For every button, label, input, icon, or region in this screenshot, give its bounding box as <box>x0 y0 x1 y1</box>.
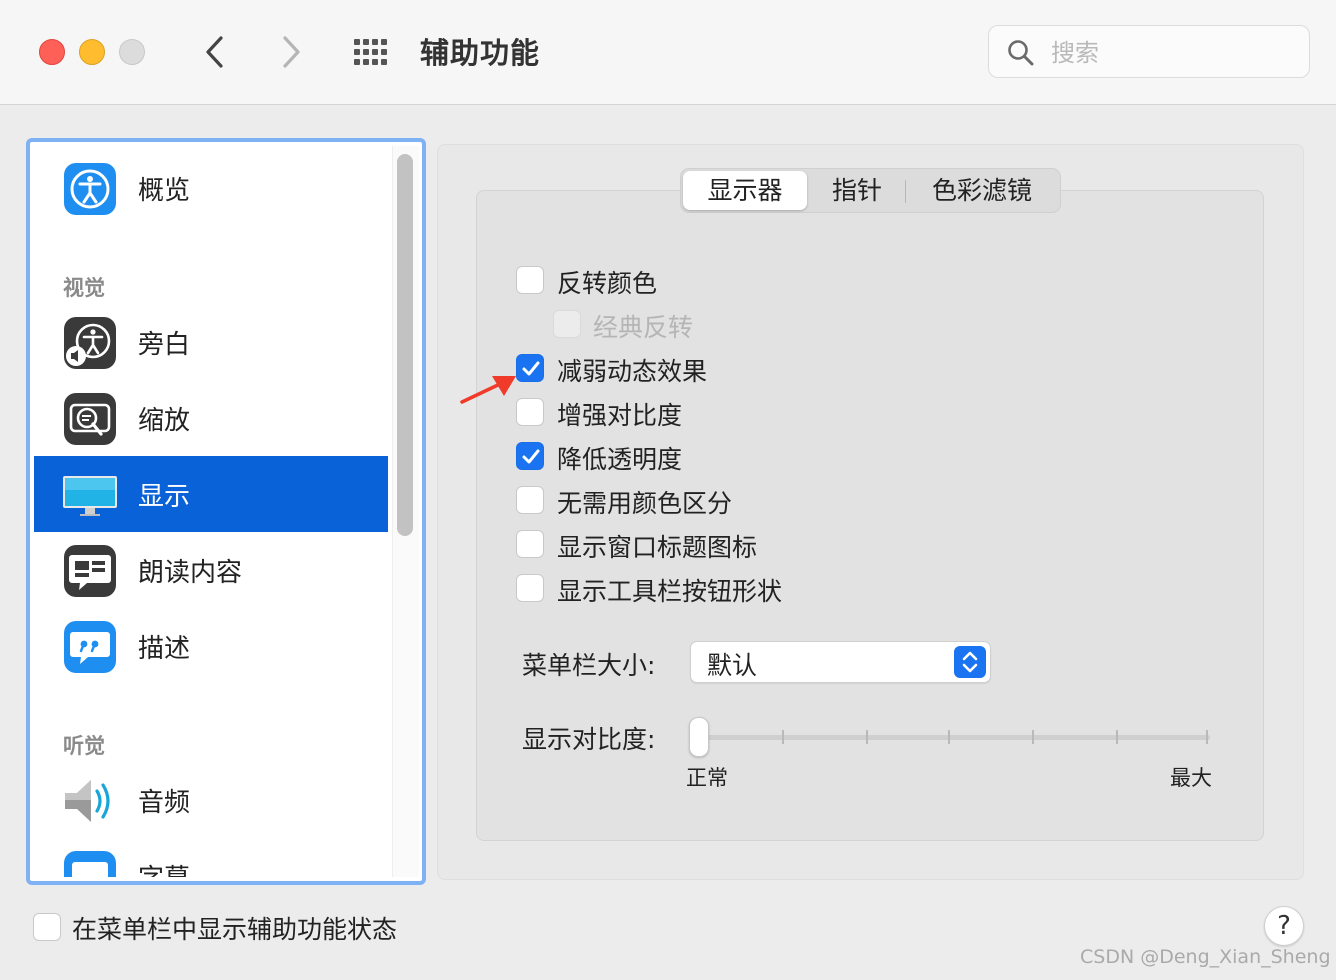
tab-bar: 显示器 指针 色彩滤镜 <box>680 168 1061 213</box>
differentiate-without-color-label: 无需用颜色区分 <box>557 489 733 518</box>
sidebar-item-label: 缩放 <box>138 406 191 436</box>
sidebar-section-vision: 视觉 <box>63 276 105 300</box>
zoom-icon <box>64 393 116 445</box>
contrast-min-label: 正常 <box>686 766 728 790</box>
contrast-slider-track[interactable] <box>700 735 1210 740</box>
sidebar-item-label: 旁白 <box>138 330 191 360</box>
reduce-transparency-checkbox[interactable] <box>516 442 544 470</box>
grid-icon <box>354 39 387 65</box>
reduce-motion-checkbox[interactable] <box>516 354 544 382</box>
checkmark-icon <box>522 449 540 464</box>
help-button[interactable]: ? <box>1264 906 1304 946</box>
captions-icon <box>64 851 116 877</box>
window-title: 辅助功能 <box>420 36 541 70</box>
slider-tick <box>1206 730 1208 744</box>
spoken-content-icon <box>64 545 116 597</box>
search-icon <box>1008 40 1034 66</box>
close-window-button[interactable] <box>39 39 65 65</box>
minimize-window-button[interactable] <box>79 39 105 65</box>
sidebar-item-label: 音频 <box>138 788 191 818</box>
show-accessibility-status-label: 在菜单栏中显示辅助功能状态 <box>72 915 398 944</box>
show-toolbar-button-shapes-checkbox[interactable] <box>516 574 544 602</box>
sidebar-item-zoom[interactable]: 缩放 <box>34 380 388 456</box>
increase-contrast-checkbox[interactable] <box>516 398 544 426</box>
invert-colors-checkbox[interactable] <box>516 266 544 294</box>
invert-colors-label: 反转颜色 <box>557 269 658 298</box>
sidebar-section-hearing: 听觉 <box>63 734 105 758</box>
display-contrast-label: 显示对比度: <box>522 725 656 754</box>
classic-invert-label: 经典反转 <box>593 313 694 342</box>
sidebar-item-captions[interactable]: 字幕 <box>34 838 388 877</box>
forward-button[interactable] <box>272 33 312 71</box>
menubar-size-select[interactable]: 默认 <box>690 641 991 683</box>
slider-tick <box>1116 730 1118 744</box>
sidebar-item-label: 显示 <box>138 482 191 512</box>
show-window-title-icons-checkbox[interactable] <box>516 530 544 558</box>
classic-invert-checkbox[interactable] <box>553 310 581 338</box>
show-window-title-icons-label: 显示窗口标题图标 <box>557 533 758 562</box>
search-field[interactable] <box>988 25 1310 78</box>
watermark: CSDN @Deng_Xian_Sheng <box>1080 946 1331 968</box>
popup-stepper[interactable] <box>954 646 986 678</box>
display-icon <box>63 476 117 516</box>
voiceover-icon <box>64 317 116 369</box>
differentiate-without-color-checkbox[interactable] <box>516 486 544 514</box>
menubar-size-value: 默认 <box>707 651 758 680</box>
contrast-max-label: 最大 <box>1170 766 1212 790</box>
reduce-motion-label: 减弱动态效果 <box>557 357 708 386</box>
sidebar-item-display[interactable]: 显示 <box>34 456 388 532</box>
sidebar-item-spoken-content[interactable]: 朗读内容 <box>34 532 388 608</box>
sidebar-list: 概览 视觉 旁白 缩放 显示 朗读内容 描述 听觉 音频 <box>34 146 388 877</box>
tab-divider <box>905 180 906 203</box>
show-accessibility-status-checkbox[interactable] <box>33 913 61 941</box>
show-toolbar-button-shapes-label: 显示工具栏按钮形状 <box>557 577 783 606</box>
show-all-button[interactable] <box>352 37 392 67</box>
accessibility-icon <box>64 163 116 215</box>
slider-tick <box>1032 730 1034 744</box>
sidebar-item-label: 描述 <box>138 634 191 664</box>
descriptions-icon <box>64 621 116 673</box>
search-input[interactable] <box>1049 34 1293 72</box>
sidebar-item-overview[interactable]: 概览 <box>34 150 388 226</box>
sidebar[interactable]: 概览 视觉 旁白 缩放 显示 朗读内容 描述 听觉 音频 <box>26 138 426 885</box>
increase-contrast-label: 增强对比度 <box>557 401 683 430</box>
annotation-arrow-icon <box>460 376 516 404</box>
chevron-left-icon <box>206 36 223 68</box>
tab-display[interactable]: 显示器 <box>683 171 807 210</box>
chevron-up-down-icon <box>962 651 978 673</box>
contrast-slider-knob[interactable] <box>689 717 709 757</box>
sidebar-item-descriptions[interactable]: 描述 <box>34 608 388 684</box>
checkmark-icon <box>522 361 540 376</box>
slider-tick <box>866 730 868 744</box>
sidebar-scroll-thumb[interactable] <box>397 154 413 536</box>
tab-pointer[interactable]: 指针 <box>809 171 905 210</box>
sidebar-item-label: 朗读内容 <box>138 558 243 588</box>
sidebar-item-label: 概览 <box>138 176 191 206</box>
tab-color-filters[interactable]: 色彩滤镜 <box>907 171 1057 210</box>
sidebar-item-voiceover[interactable]: 旁白 <box>34 304 388 380</box>
sidebar-item-label: 字幕 <box>138 858 190 877</box>
reduce-transparency-label: 降低透明度 <box>557 445 683 474</box>
speaker-icon <box>65 780 110 822</box>
sidebar-item-audio[interactable]: 音频 <box>34 762 388 838</box>
slider-tick <box>948 730 950 744</box>
menubar-size-label: 菜单栏大小: <box>522 651 656 680</box>
chevron-right-icon <box>283 36 300 68</box>
slider-tick <box>782 730 784 744</box>
back-button[interactable] <box>196 33 236 71</box>
title-bar: 辅助功能 <box>0 0 1336 105</box>
zoom-window-button[interactable] <box>119 39 145 65</box>
